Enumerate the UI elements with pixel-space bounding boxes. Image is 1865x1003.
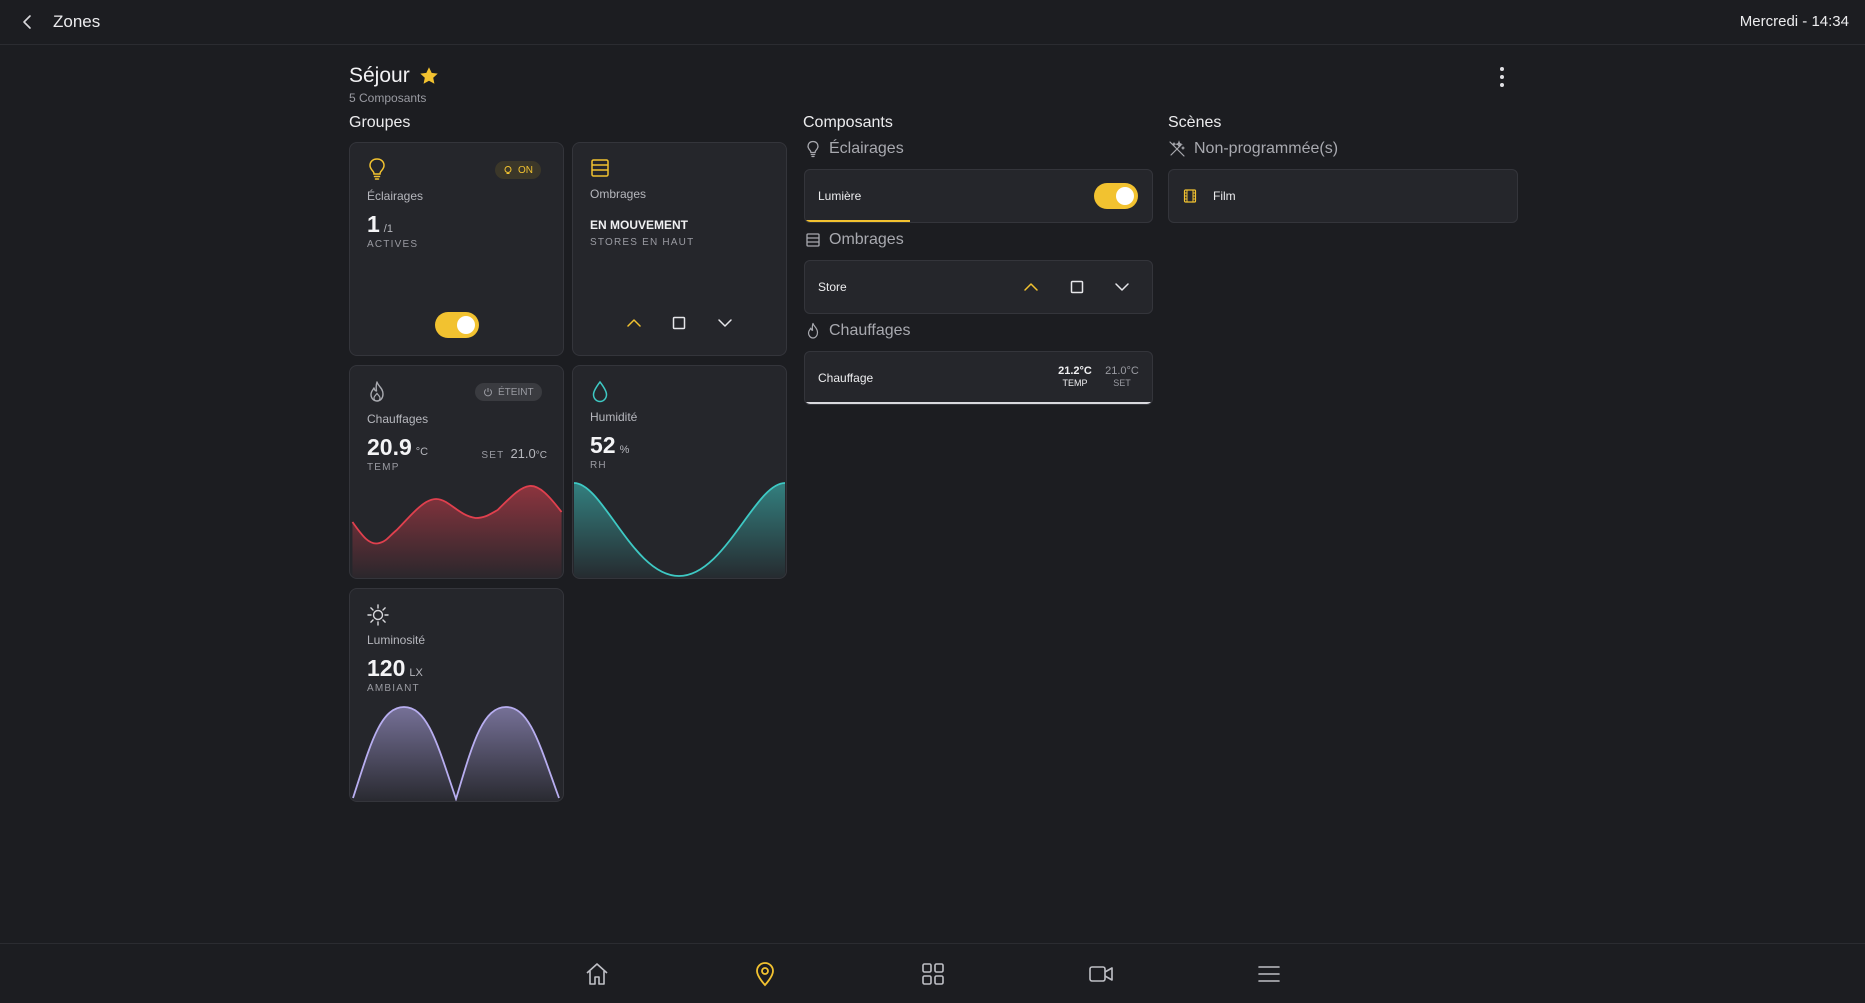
group-value: 120 LX xyxy=(367,655,423,681)
group-value: 52% xyxy=(590,432,630,458)
water-drop-icon xyxy=(592,380,608,403)
component-label: Chauffage xyxy=(818,371,874,385)
humidity-sparkline xyxy=(573,482,786,578)
component-row-heating[interactable]: Chauffage 21.2°C TEMP 21.0°C SET xyxy=(804,351,1153,405)
datetime: Mercredi - 14:34 xyxy=(1739,13,1849,30)
scene-row-film[interactable]: Film xyxy=(1168,169,1518,223)
shade-up-icon[interactable] xyxy=(626,315,642,331)
favorite-star-icon[interactable] xyxy=(418,65,440,87)
power-icon xyxy=(484,388,492,397)
menu-icon[interactable] xyxy=(1256,961,1282,987)
group-card-lighting[interactable]: ON Éclairages 1/1 ACTIVES xyxy=(349,142,564,356)
sun-icon xyxy=(367,604,389,626)
film-icon xyxy=(1183,189,1197,203)
component-heading-heating: Chauffages xyxy=(805,322,911,340)
zone-subtitle: 5 Composants xyxy=(349,91,427,105)
top-bar: Zones Mercredi - 14:34 xyxy=(0,0,1865,45)
group-name: Éclairages xyxy=(367,189,424,203)
page-title: Zones xyxy=(53,12,101,31)
group-caption: AMBIANT xyxy=(367,683,420,694)
scene-label: Film xyxy=(1213,189,1236,203)
store-stop-icon[interactable] xyxy=(1069,279,1085,295)
temperature-sparkline xyxy=(350,484,563,578)
heating-setpoint: 21.0°C SET xyxy=(1105,365,1139,388)
flame-icon xyxy=(807,322,819,339)
scenes-heading: Non-programmée(s) xyxy=(1168,140,1338,158)
group-name: Chauffages xyxy=(367,412,429,426)
heating-level-bar xyxy=(805,402,1152,404)
component-row-store[interactable]: Store xyxy=(804,260,1153,314)
status-badge-off: ÉTEINT xyxy=(475,383,542,401)
components-section-title: Composants xyxy=(803,114,893,131)
component-label: Lumière xyxy=(818,189,862,203)
blinds-icon xyxy=(591,159,609,177)
grid-icon[interactable] xyxy=(920,961,946,987)
group-name: Humidité xyxy=(590,410,638,424)
shade-down-icon[interactable] xyxy=(717,315,733,331)
light-toggle[interactable] xyxy=(1094,183,1138,209)
lightbulb-small-icon xyxy=(504,166,512,174)
group-caption: TEMP xyxy=(367,462,400,473)
component-heading-lighting: Éclairages xyxy=(805,140,904,158)
store-up-icon[interactable] xyxy=(1023,279,1039,295)
scenes-section-title: Scènes xyxy=(1168,114,1222,131)
group-caption: ACTIVES xyxy=(367,239,419,250)
camera-icon[interactable] xyxy=(1088,961,1114,987)
heating-temp: 21.2°C TEMP xyxy=(1058,365,1092,388)
bottom-nav xyxy=(0,943,1865,1003)
group-caption: RH xyxy=(590,460,607,471)
groups-section-title: Groupes xyxy=(349,114,411,131)
more-options-icon[interactable] xyxy=(1490,64,1514,90)
light-level-bar xyxy=(805,220,910,222)
lightbulb-icon xyxy=(807,140,819,158)
group-value: 1/1 xyxy=(367,211,393,237)
component-row-light[interactable]: Lumière xyxy=(804,169,1153,223)
zone-name: Séjour xyxy=(349,64,410,87)
component-label: Store xyxy=(818,280,847,294)
group-caption: STORES EN HAUT xyxy=(590,237,695,248)
zone-header: Séjour 5 Composants xyxy=(349,64,440,105)
shade-stop-icon[interactable] xyxy=(671,315,687,331)
group-card-humidity[interactable]: Humidité 52% RH xyxy=(572,365,787,579)
lightbulb-icon xyxy=(369,158,385,180)
group-card-shading[interactable]: Ombrages EN MOUVEMENT STORES EN HAUT xyxy=(572,142,787,356)
flame-icon xyxy=(370,381,384,402)
status-badge-on: ON xyxy=(495,161,541,179)
group-value: 20.9 °C xyxy=(367,434,429,460)
group-name: Luminosité xyxy=(367,633,426,647)
store-down-icon[interactable] xyxy=(1114,279,1130,295)
lighting-group-toggle[interactable] xyxy=(435,312,479,338)
group-name: Ombrages xyxy=(590,187,647,201)
component-heading-shading: Ombrages xyxy=(805,231,904,249)
group-card-luminosity[interactable]: Luminosité 120 LX AMBIANT xyxy=(349,588,564,802)
luminosity-sparkline xyxy=(352,706,560,801)
location-pin-icon[interactable] xyxy=(752,961,778,987)
shading-status: EN MOUVEMENT xyxy=(590,218,689,232)
setpoint: SET 21.0°C xyxy=(481,446,547,461)
back-arrow-icon[interactable] xyxy=(18,12,38,32)
home-icon[interactable] xyxy=(584,961,610,987)
unscheduled-icon xyxy=(1169,140,1185,157)
group-card-heating[interactable]: ÉTEINT Chauffages 20.9 °C TEMP SET 21.0°C xyxy=(349,365,564,579)
blinds-icon xyxy=(806,233,820,247)
